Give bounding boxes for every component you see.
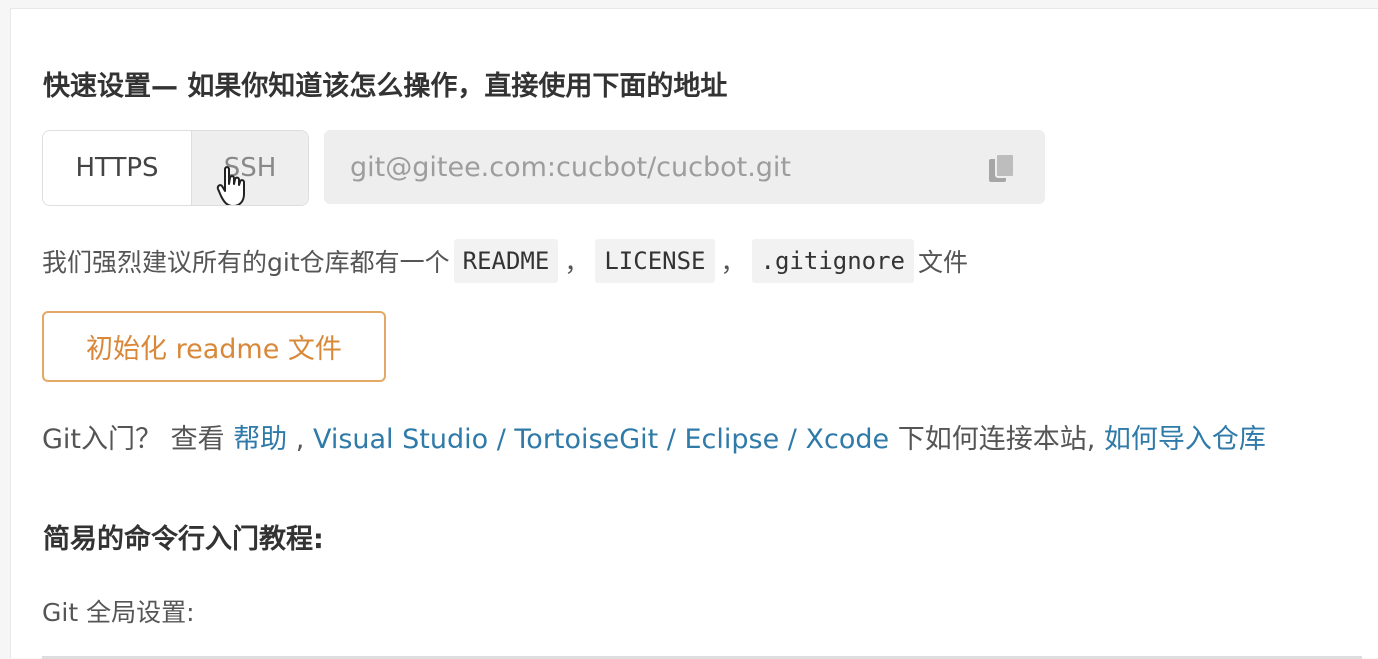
init-readme-button[interactable]: 初始化 readme 文件 <box>42 311 386 382</box>
xcode-link[interactable]: Xcode <box>805 424 889 455</box>
separator: , <box>287 424 313 455</box>
quick-setup-panel: 快速设置— 如果你知道该怎么操作，直接使用下面的地址 HTTPS SSH git… <box>10 8 1378 659</box>
tortoisegit-link[interactable]: TortoiseGit <box>514 424 658 455</box>
quick-setup-title: 快速设置— 如果你知道该怎么操作，直接使用下面的地址 <box>43 71 728 102</box>
connect-text: 下如何连接本站, <box>889 424 1104 455</box>
hand-pointer-cursor-icon <box>216 166 245 205</box>
repo-url-field[interactable]: git@gitee.com:cucbot/cucbot.git <box>324 130 1045 204</box>
slash-separator: / <box>488 424 515 455</box>
import-repo-link[interactable]: 如何导入仓库 <box>1104 424 1266 455</box>
recommend-suffix: 文件 <box>918 248 969 277</box>
https-button[interactable]: HTTPS <box>43 131 192 205</box>
gitignore-code: .gitignore <box>751 239 915 283</box>
git-global-settings-label: Git 全局设置: <box>42 598 195 627</box>
comma-separator: ， <box>720 248 746 277</box>
comma-separator: ， <box>564 248 590 277</box>
help-intro: Git入门？ 查看 <box>42 424 234 455</box>
copy-icon[interactable] <box>987 152 1017 184</box>
git-help-line: Git入门？ 查看 帮助 , Visual Studio / TortoiseG… <box>42 417 1266 456</box>
eclipse-link[interactable]: Eclipse <box>684 424 779 455</box>
ssh-button[interactable]: SSH <box>192 131 308 205</box>
recommend-files-line: 我们强烈建议所有的git仓库都有一个 README ， LICENSE ， .g… <box>42 238 968 284</box>
recommend-prefix: 我们强烈建议所有的git仓库都有一个 <box>42 248 450 277</box>
readme-code: README <box>453 239 559 283</box>
visual-studio-link[interactable]: Visual Studio <box>313 424 488 455</box>
cli-tutorial-title: 简易的命令行入门教程: <box>43 524 324 555</box>
slash-separator: / <box>658 424 685 455</box>
slash-separator: / <box>779 424 806 455</box>
license-code: LICENSE <box>595 239 715 283</box>
help-link[interactable]: 帮助 <box>233 424 287 455</box>
repo-url-text: git@gitee.com:cucbot/cucbot.git <box>350 151 792 183</box>
protocol-toggle: HTTPS SSH <box>42 130 309 206</box>
